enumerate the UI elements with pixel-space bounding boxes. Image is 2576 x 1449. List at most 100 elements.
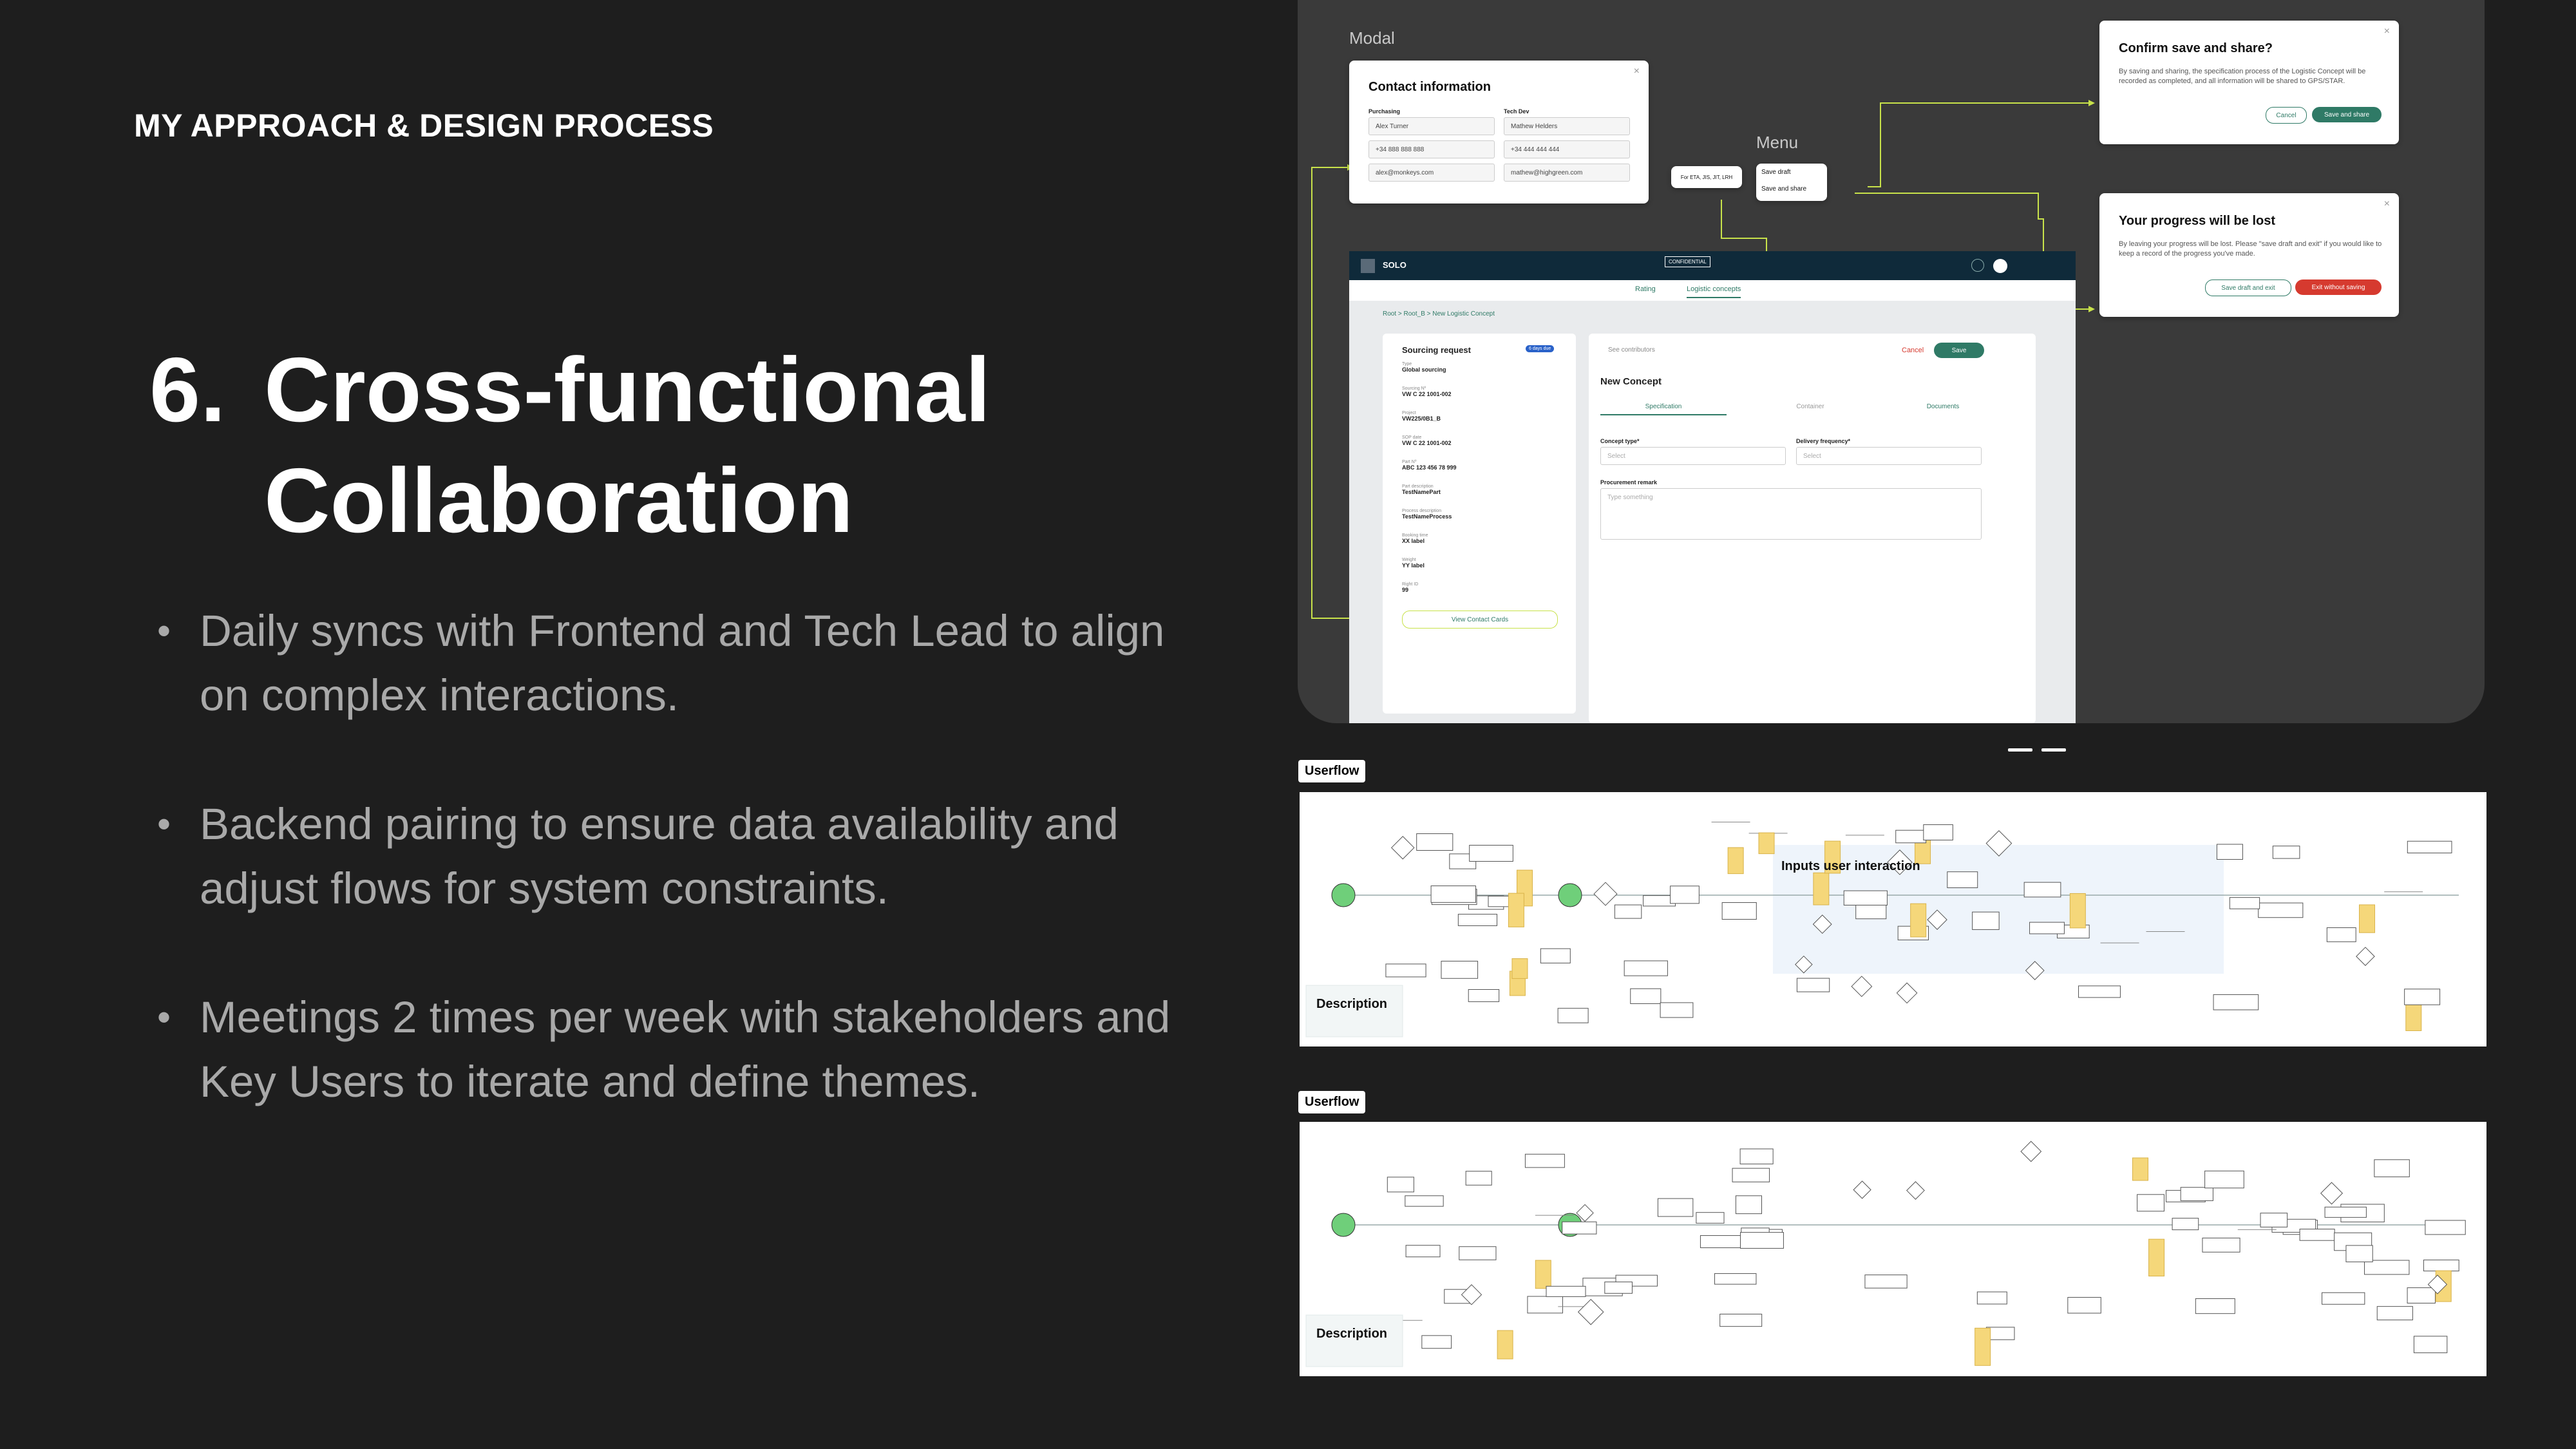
flow-process-node [1796, 978, 1830, 992]
flow-process-node [2407, 1287, 2436, 1304]
nav-item-logistic-concepts[interactable]: Logistic concepts [1687, 285, 1741, 298]
flow-process-node [1740, 1232, 1784, 1249]
flow-process-node [1405, 1195, 1444, 1207]
flow-process-node [2029, 922, 2065, 934]
tab-specification[interactable]: Specification [1600, 403, 1727, 415]
save-menu: Save draft Save and share [1756, 164, 1827, 201]
close-icon[interactable]: × [2384, 26, 2390, 37]
remark-textarea[interactable]: Type something [1600, 488, 1982, 540]
flow-process-node [1696, 1212, 1725, 1224]
flow-process-node [2425, 1220, 2466, 1235]
modal-annotation: Modal [1349, 28, 1395, 48]
userflow-description: Description [1316, 1327, 1388, 1341]
nav-item-rating[interactable]: Rating [1635, 285, 1656, 293]
flow-process-node [2374, 1159, 2410, 1177]
sourcing-field: Project VW225/0B1_B [1402, 411, 1441, 422]
flow-process-node [2364, 1260, 2410, 1275]
view-contact-cards-button[interactable]: View Contact Cards [1402, 611, 1558, 629]
modal-title: Contact information [1368, 80, 1491, 94]
purchasing-label: Purchasing [1368, 108, 1401, 115]
flow-process-node [2229, 897, 2260, 909]
flow-process-node [1524, 1153, 1565, 1168]
flow-process-node [2137, 1194, 2164, 1212]
delivery-frequency-select[interactable]: Select [1796, 447, 1982, 465]
sourcing-field-key: Right ID [1402, 582, 1419, 587]
flow-process-node [2345, 1245, 2373, 1262]
delivery-frequency-label: Delivery frequency* [1796, 438, 1851, 444]
flow-process-node [1421, 1335, 1452, 1349]
sourcing-field: Part Nº ABC 123 456 78 999 [1402, 460, 1457, 471]
flow-process-node [1604, 1282, 1633, 1294]
app-brand: SOLO [1383, 260, 1406, 270]
flow-process-node [1430, 886, 1476, 903]
flow-sticky-note [1975, 1327, 1991, 1366]
userflow-tag: Userflow [1298, 760, 1366, 782]
sourcing-field: Right ID 99 [1402, 582, 1419, 593]
help-icon[interactable] [1971, 259, 1984, 272]
flow-process-node [1459, 1246, 1497, 1260]
flow-process-node [2299, 1229, 2335, 1241]
flow-process-node [1739, 1148, 1774, 1164]
flow-process-node [1465, 1171, 1492, 1186]
avatar[interactable] [1993, 259, 2007, 273]
save-and-share-button[interactable]: Save and share [2312, 107, 2382, 122]
cancel-button[interactable]: Cancel [2266, 107, 2307, 124]
flow-process-node [1624, 960, 1668, 976]
new-concept-card: See contributors Cancel Save New Concept… [1589, 334, 2036, 723]
flow-process-node [2260, 1213, 2288, 1227]
userflow-diagram [1305, 1141, 2466, 1367]
concept-type-label: Concept type* [1600, 438, 1640, 444]
cancel-link[interactable]: Cancel [1902, 346, 1924, 354]
flow-decision-node [1577, 1298, 1604, 1325]
flow-process-node [2326, 927, 2356, 942]
flow-process-node [2067, 1297, 2101, 1314]
flow-process-node [2202, 1237, 2240, 1253]
flow-sticky-note [1910, 903, 1927, 938]
sourcing-field-key: Sourcing Nº [1402, 386, 1426, 391]
contributors-link[interactable]: See contributors [1608, 346, 1655, 354]
flow-event-node [1558, 883, 1582, 907]
confidential-badge: CONFIDENTIAL [1665, 256, 1710, 267]
contact-information-modal: Contact information × Purchasing Tech De… [1349, 61, 1649, 204]
contact-email-field: alex@monkeys.com [1368, 164, 1495, 182]
carousel-indicator[interactable] [2008, 748, 2032, 752]
contact-name-field: Alex Turner [1368, 117, 1495, 135]
exit-without-saving-button[interactable]: Exit without saving [2295, 279, 2382, 295]
flow-decision-node [2356, 947, 2375, 966]
flow-process-node [1947, 871, 1978, 888]
flow-process-node [1923, 824, 1953, 840]
menu-item-save-draft[interactable]: Save draft [1761, 169, 1791, 176]
dialog-title: Your progress will be lost [2119, 214, 2276, 228]
flow-process-node [1657, 1198, 1694, 1217]
save-button[interactable]: Save [1934, 343, 1984, 358]
flow-sticky-note [1758, 832, 1775, 855]
flow-process-node [2324, 1206, 2367, 1218]
flow-sticky-note [1813, 872, 1830, 905]
dialog-text: By saving and sharing, the specification… [2119, 68, 2366, 85]
breadcrumb[interactable]: Root > Root_B > New Logistic Concept [1383, 310, 1495, 317]
flow-process-node [2078, 985, 2121, 998]
close-icon[interactable]: × [1634, 66, 1640, 77]
flow-process-node [1527, 1296, 1563, 1314]
app-screen: SOLO CONFIDENTIAL Rating Logistic concep… [1349, 251, 2076, 723]
flow-sticky-note [2148, 1238, 2165, 1276]
flow-decision-node [1853, 1180, 1871, 1199]
tab-documents[interactable]: Documents [1880, 403, 2006, 410]
menu-item-save-and-share[interactable]: Save and share [1761, 185, 1806, 193]
save-draft-exit-button[interactable]: Save draft and exit [2205, 279, 2291, 296]
userflow-diagram [1305, 821, 2459, 1037]
title-line-2: Collaboration [264, 450, 854, 552]
mockup-panel: Modal Menu Contact information × Purchas… [1298, 0, 2485, 723]
section-label: MY APPROACH & DESIGN PROCESS [134, 108, 714, 144]
flow-sticky-note [1535, 1260, 1551, 1289]
tab-container[interactable]: Container [1747, 403, 1873, 410]
sourcing-field: Sourcing Nº VW C 22 1001-002 [1402, 386, 1452, 397]
close-icon[interactable]: × [2384, 198, 2390, 210]
flow-process-node [1895, 829, 1927, 844]
flow-process-node [2322, 1292, 2365, 1305]
flow-process-node [2172, 1218, 2199, 1231]
carousel-indicator[interactable] [2041, 748, 2066, 752]
flow-process-node [2404, 989, 2441, 1005]
concept-type-select[interactable]: Select [1600, 447, 1786, 465]
contact-name-field: Mathew Helders [1504, 117, 1630, 135]
